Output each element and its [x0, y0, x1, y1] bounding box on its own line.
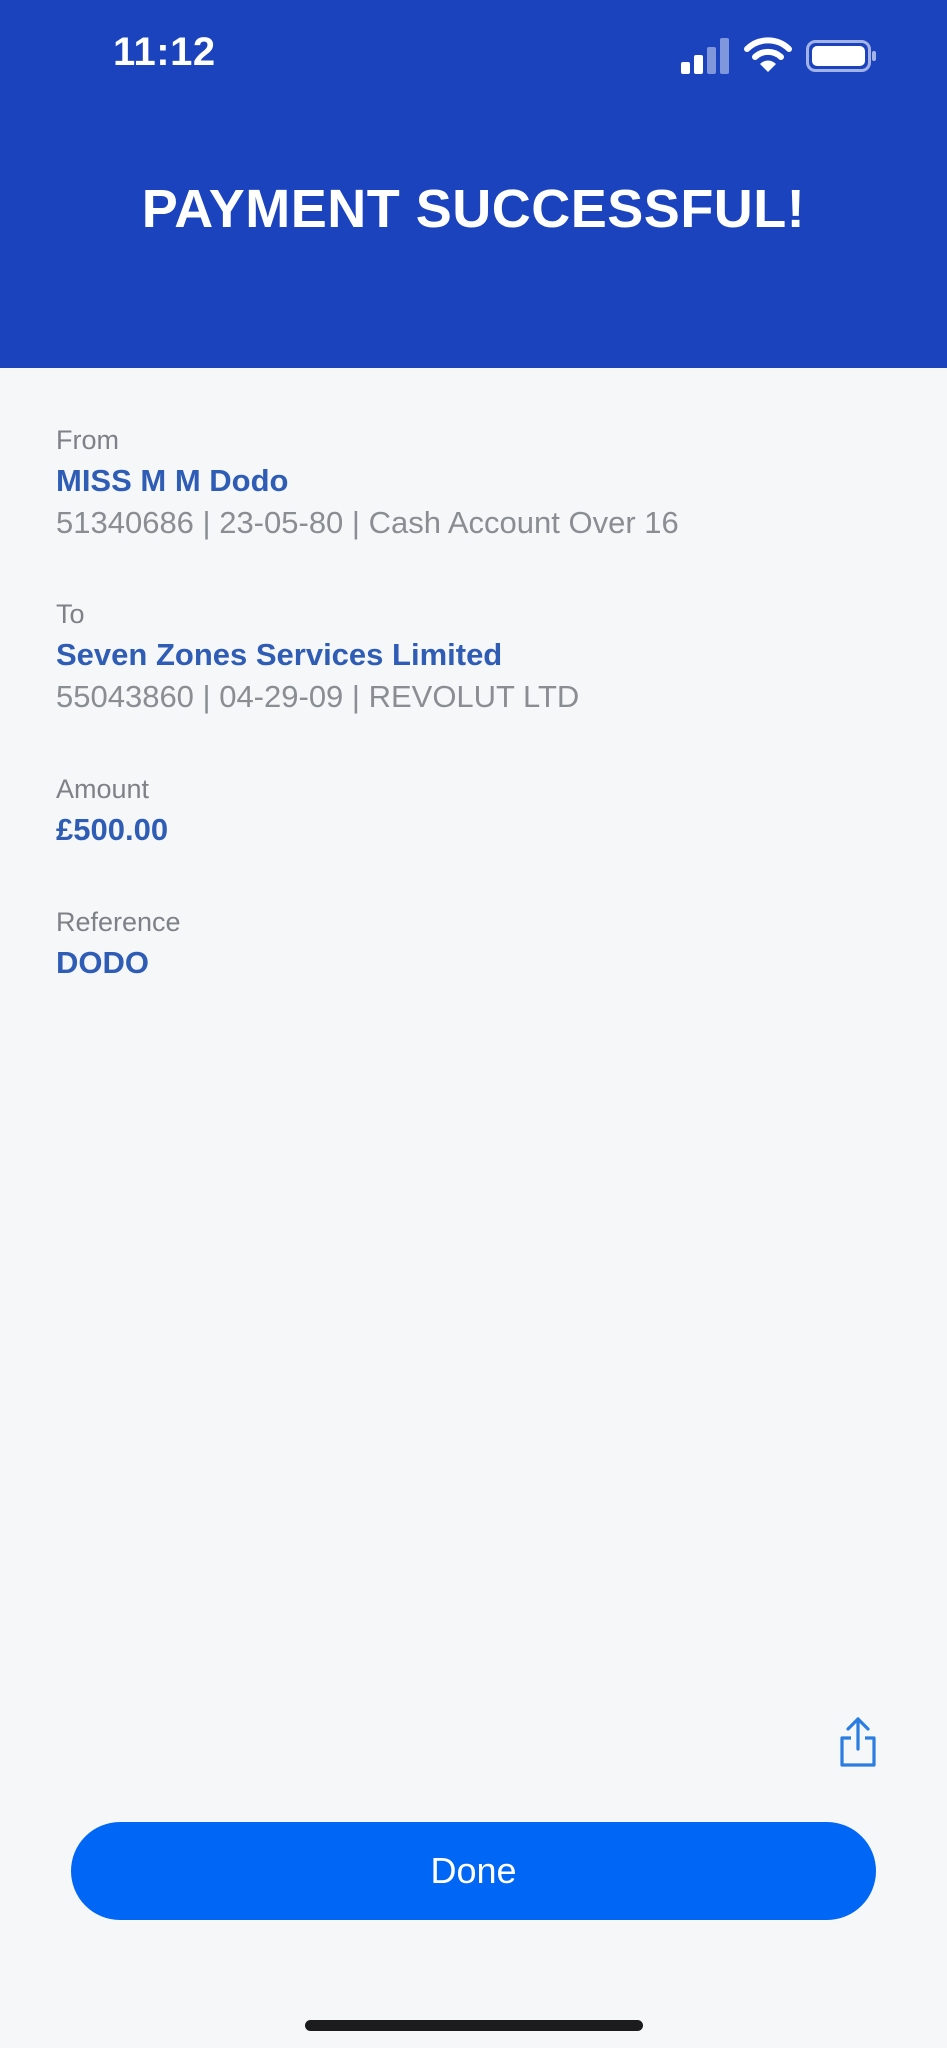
from-account-name: MISS M M Dodo: [56, 463, 289, 498]
battery-icon: [806, 40, 876, 72]
amount-label: Amount: [56, 774, 150, 804]
from-account-details: 51340686 | 23-05-80 | Cash Account Over …: [56, 505, 679, 540]
status-time: 11:12: [113, 30, 216, 74]
reference-section: Reference DODO: [56, 905, 916, 983]
done-button[interactable]: Done: [71, 1822, 876, 1920]
amount-value: £500.00: [56, 812, 169, 847]
to-section: To Seven Zones Services Limited 55043860…: [56, 597, 916, 717]
to-label: To: [56, 599, 85, 629]
from-label: From: [56, 425, 119, 455]
page-title: PAYMENT SUCCESSFUL!: [141, 179, 806, 239]
from-section: From MISS M M Dodo 51340686 | 23-05-80 |…: [56, 423, 916, 543]
amount-section: Amount £500.00: [56, 772, 916, 850]
to-payee-name: Seven Zones Services Limited: [56, 637, 503, 672]
to-payee-details: 55043860 | 04-29-09 | REVOLUT LTD: [56, 679, 580, 714]
header: 11:12 PAYMENT SUCCESSFUL!: [0, 0, 947, 368]
cellular-signal-icon: [681, 38, 729, 74]
reference-value: DODO: [56, 945, 149, 980]
reference-label: Reference: [56, 907, 181, 937]
home-indicator[interactable]: [305, 2020, 643, 2031]
wifi-icon: [744, 37, 792, 72]
share-icon[interactable]: [838, 1716, 878, 1768]
